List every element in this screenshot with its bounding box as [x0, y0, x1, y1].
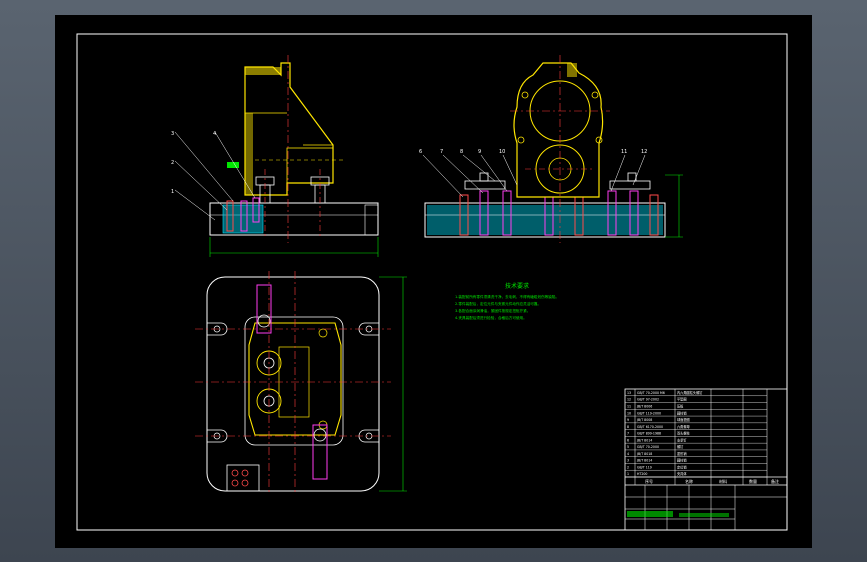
- parts-row-name: 平垫圈: [677, 397, 687, 402]
- parts-row-seq: 12: [627, 398, 631, 402]
- signature-grid: [625, 485, 787, 530]
- note-line-3: 3.各配合面涂润滑油，紧固件按规定扭矩拧紧。: [455, 308, 530, 313]
- note-line-1: 1.装配前所有零件须清洗干净，去毛刺，不得有磕碰划伤等缺陷。: [455, 294, 559, 299]
- parts-row-name: 球面垫圈: [677, 417, 690, 422]
- front-view: 1 2 3 4: [171, 55, 379, 257]
- parts-row-code: JB/T 8018: [636, 452, 652, 456]
- parts-row-name: 压板: [677, 404, 684, 409]
- balloon-front-2: 2: [171, 160, 174, 166]
- technical-notes: 技术要求 1.装配前所有零件须清洗干净，去毛刺，不得有磕碰划伤等缺陷。 2.零件…: [455, 282, 559, 320]
- parts-row-name: 夹具体: [677, 471, 687, 476]
- parts-row-seq: 9: [627, 418, 629, 422]
- parts-row-code: JB/T 8008: [636, 418, 652, 422]
- parts-row-seq: 3: [627, 459, 629, 463]
- parts-row-seq: 8: [627, 425, 629, 429]
- cad-viewport[interactable]: 1 2 3 4 6 7 8 9 10 11 12 技术要求 1.装配前所有零件须…: [0, 0, 867, 562]
- parts-row-seq: 10: [627, 411, 631, 415]
- balloon-side-8: 8: [460, 149, 463, 155]
- parts-row-name: 双头螺柱: [677, 431, 691, 436]
- parts-row-code: GB/T 70-2000 M6: [637, 391, 665, 395]
- top-view: [195, 271, 407, 495]
- tb-header-name: 名称: [685, 478, 693, 484]
- balloon-side-9: 9: [478, 149, 481, 155]
- title-block: 13 GB/T 70-2000 M6 内六角圆柱头螺钉12 GB/T 97-2002 平…: [624, 388, 788, 531]
- tb-header-qty: 数量: [749, 478, 757, 484]
- parts-row-name: 菱形销: [677, 451, 687, 456]
- parts-row-seq: 2: [627, 465, 629, 469]
- parts-row-code: GB/T 119: [637, 465, 652, 469]
- notes-title: 技术要求: [505, 282, 529, 290]
- parts-row-code: JB/T 8014: [636, 459, 652, 463]
- parts-row-seq: 5: [627, 445, 629, 449]
- drawing-canvas: 1 2 3 4 6 7 8 9 10 11 12 技术要求 1.装配前所有零件须…: [76, 33, 788, 531]
- parts-row-code: JB/T 8014: [636, 438, 652, 442]
- balloon-side-12: 12: [641, 149, 647, 155]
- parts-row-code: GB/T 97-2002: [637, 398, 659, 402]
- parts-row-name: 螺钉: [677, 444, 684, 449]
- balloon-side-11: 11: [621, 149, 627, 155]
- tb-header-seq: 序号: [645, 478, 653, 484]
- parts-row-name: 圆柱销: [677, 458, 687, 463]
- parts-row-code: GB/T 6170-2000: [637, 425, 663, 429]
- parts-row-name: 六角螺母: [677, 424, 690, 429]
- parts-list: 13 GB/T 70-2000 M6 内六角圆柱头螺钉12 GB/T 97-2002 平…: [625, 390, 767, 478]
- parts-row-name: 圆柱销: [677, 410, 687, 415]
- parts-row-code: GB/T 119-2000: [637, 411, 661, 415]
- parts-row-code: JB/T 8006: [636, 405, 652, 409]
- drawing-sheet: 1 2 3 4 6 7 8 9 10 11 12 技术要求 1.装配前所有零件须…: [55, 15, 812, 548]
- parts-row-name: 内六角圆柱头螺钉: [677, 390, 703, 395]
- tb-header-material: 材料: [719, 478, 727, 484]
- tb-header-remark: 备注: [771, 478, 779, 484]
- parts-row-code: HT200: [637, 472, 647, 476]
- parts-row-code: GB/T 70-2000: [637, 445, 659, 449]
- parts-row-seq: 13: [627, 391, 631, 395]
- balloon-front-3: 3: [171, 131, 174, 137]
- parts-row-seq: 1: [627, 472, 629, 476]
- parts-row-seq: 11: [627, 405, 631, 409]
- parts-row-code: GB/T 899-1988: [637, 432, 661, 436]
- parts-row-name: 支承钉: [677, 437, 687, 442]
- balloon-front-1: 1: [171, 189, 174, 195]
- balloon-side-6: 6: [419, 149, 422, 155]
- parts-row-seq: 6: [627, 438, 629, 442]
- parts-row-name: 定位销: [677, 464, 687, 469]
- parts-row-seq: 7: [627, 432, 629, 436]
- side-view: 6 7 8 9 10 11 12: [419, 55, 683, 243]
- note-line-4: 4.夹具装配后须进行检验，合格后方可使用。: [455, 315, 527, 320]
- note-line-2: 2.零件装配后，定位元件与夹紧元件动作应灵活可靠。: [455, 301, 541, 306]
- balloon-side-7: 7: [440, 149, 443, 155]
- balloon-front-4: 4: [213, 131, 216, 137]
- balloon-side-10: 10: [499, 149, 505, 155]
- parts-row-seq: 4: [627, 452, 629, 456]
